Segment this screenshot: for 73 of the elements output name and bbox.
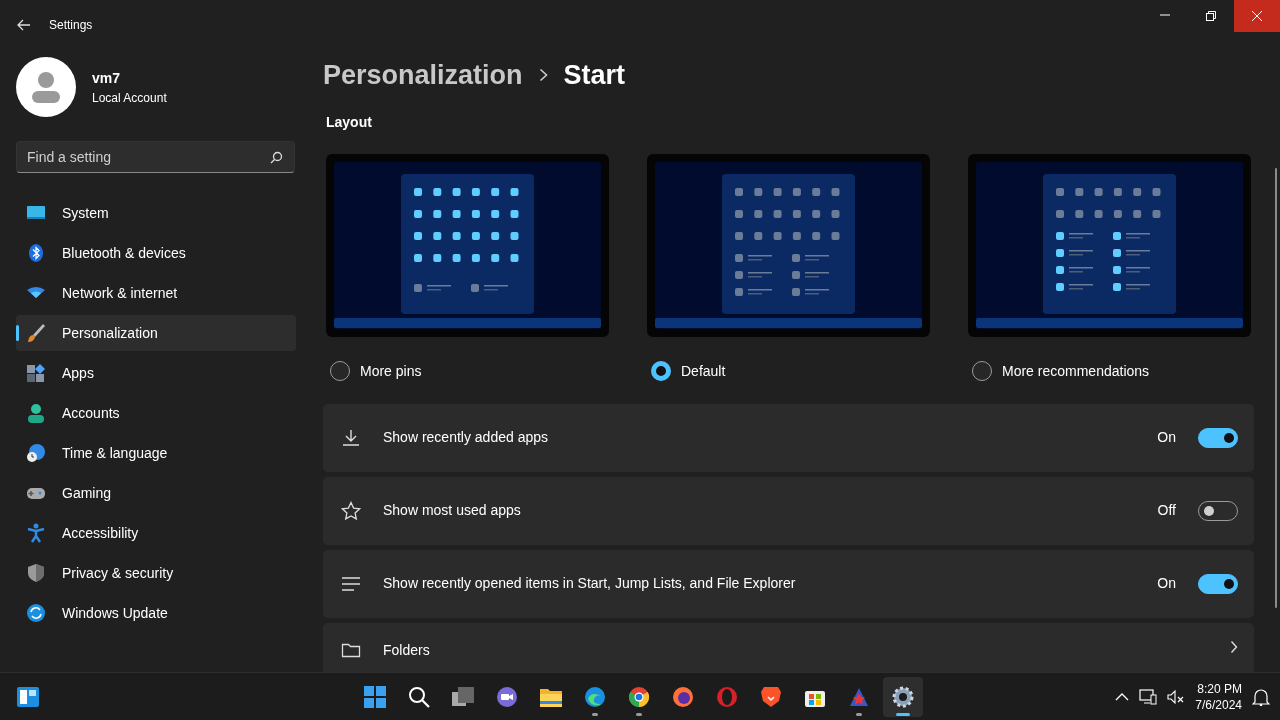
toggle-switch[interactable] (1198, 573, 1238, 594)
radio-button[interactable] (972, 361, 992, 381)
sidebar-item[interactable]: Privacy & security (16, 555, 296, 591)
setting-label: Show recently opened items in Start, Jump Lists, and File Explorer (383, 574, 797, 593)
chevron-up-icon[interactable] (1115, 692, 1130, 701)
account-type: Local Account (92, 89, 167, 107)
sidebar-item[interactable]: Network & internet (16, 275, 296, 311)
lion-head-icon (759, 685, 783, 709)
apps-icon (26, 363, 46, 383)
search-icon (407, 685, 431, 709)
network-icon[interactable] (1139, 688, 1158, 705)
settings-icon (891, 685, 915, 709)
sidebar-item[interactable]: Accounts (16, 395, 296, 431)
toggle-state-text: Off (1157, 501, 1176, 520)
setting-label: Folders (383, 640, 431, 660)
page-title: Start (563, 59, 626, 92)
scrollbar[interactable] (1275, 168, 1277, 608)
person-icon (26, 403, 46, 423)
close-icon (1251, 10, 1263, 22)
radio-label: More recommendations (1002, 361, 1150, 381)
windows-logo-icon (363, 685, 387, 709)
accessibility-icon (26, 523, 46, 543)
brush-icon (26, 323, 46, 343)
opera-icon (715, 685, 739, 709)
radio-label: Default (681, 361, 726, 381)
back-icon[interactable] (17, 19, 31, 31)
clock[interactable]: 8:20 PM 7/6/2024 (1195, 680, 1242, 713)
avatar (16, 57, 76, 117)
volume-muted-icon[interactable] (1167, 688, 1186, 705)
taskbar-app[interactable] (883, 677, 923, 717)
breadcrumb-link[interactable]: Personalization (323, 55, 523, 96)
chat-icon (495, 685, 519, 709)
radio-button[interactable] (651, 361, 671, 381)
setting-label: Show recently added apps (383, 428, 549, 447)
sidebar-item[interactable]: System (16, 195, 296, 231)
toggle-state-text: On (1157, 428, 1176, 447)
setting-row[interactable]: Folders (323, 622, 1254, 672)
notification-icon[interactable] (1252, 687, 1270, 706)
task-view-icon (451, 685, 475, 709)
shield-icon (26, 563, 46, 583)
download-icon (341, 427, 361, 448)
chevron-icon (1230, 639, 1238, 654)
layout-preview[interactable] (968, 153, 1251, 337)
bluetooth-icon (26, 243, 46, 263)
sidebar-item[interactable]: Windows Update (16, 595, 296, 631)
radio-button[interactable] (330, 361, 350, 381)
sidebar-item[interactable]: Personalization (16, 315, 296, 351)
update-icon (26, 603, 46, 623)
layout-preview[interactable] (326, 153, 609, 337)
user-name: vm7 (92, 68, 122, 88)
sidebar-item[interactable]: Bluetooth & devices (16, 235, 296, 271)
radio-label: More pins (360, 361, 422, 381)
selection-indicator (16, 325, 19, 341)
toggle-switch[interactable] (1198, 427, 1238, 448)
layout-preview[interactable] (647, 153, 930, 337)
star-icon (341, 500, 361, 521)
search-icon (270, 151, 283, 164)
sidebar-item[interactable]: Apps (16, 355, 296, 391)
section-heading: Layout (326, 112, 373, 132)
edge-icon (583, 685, 607, 709)
firefox-icon (671, 685, 695, 709)
widgets-icon (16, 685, 40, 708)
globe-clock-icon (26, 443, 46, 463)
window-title: Settings (49, 17, 93, 34)
chevron-icon (538, 68, 548, 83)
search-field[interactable]: Find a setting (16, 141, 295, 173)
toggle-state-text: On (1157, 574, 1176, 593)
sidebar-item[interactable]: Gaming (16, 475, 296, 511)
chrome-icon (627, 685, 651, 709)
setting-label: Show most used apps (383, 501, 522, 520)
restore-icon (1205, 10, 1217, 22)
sidebar-item[interactable]: Accessibility (16, 515, 296, 551)
sidebar-item[interactable]: Time & language (16, 435, 296, 471)
